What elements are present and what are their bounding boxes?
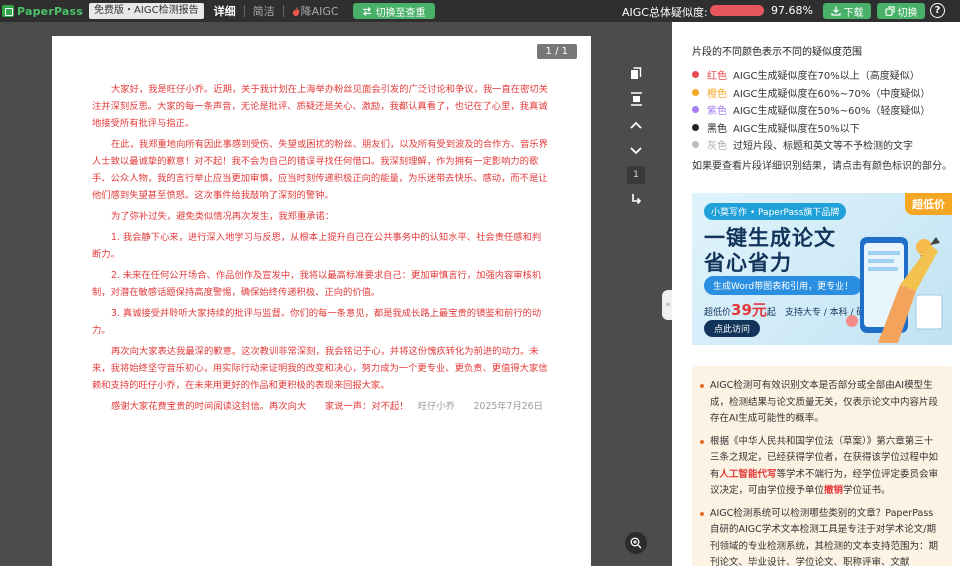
flame-icon bbox=[292, 6, 299, 16]
switch-label: 切换 bbox=[897, 7, 918, 19]
page-up-button[interactable] bbox=[623, 112, 649, 138]
divider bbox=[243, 5, 245, 17]
zoom-in-icon bbox=[630, 537, 642, 549]
download-button[interactable]: 下载 bbox=[823, 3, 871, 19]
document-viewer: 1 / 1 大家好，我是旺仔小乔。近期，关于我计划在上海举办粉丝见面会引发的广泛… bbox=[0, 22, 674, 566]
legend-title: 片段的不同颜色表示不同的疑似度范围 bbox=[692, 47, 862, 58]
price-prefix: 超低价 bbox=[704, 308, 732, 318]
brand-name: PaperPass bbox=[17, 4, 84, 18]
download-label: 下载 bbox=[843, 7, 864, 19]
switch-to-plagiarism-label: 切换至查重 bbox=[375, 7, 426, 19]
paragraph[interactable]: 1. 我会静下心来，进行深入地学习与反思，从根本上提升自己在公共事务中的认知水平… bbox=[92, 229, 550, 263]
paragraph[interactable]: 2. 未来在任何公开场合、作品创作及宣发中，我将以最高标准要求自己：更加审慎言行… bbox=[92, 267, 550, 301]
info-text: 学位证书。 bbox=[843, 485, 891, 496]
info-item: AIGC检测系统可以检测哪些类别的文章？PaperPass自研的AIGC学术文本… bbox=[700, 506, 940, 566]
banner-subheadline: 省心省力 bbox=[704, 251, 792, 275]
aigc-score-value: 97.68% bbox=[771, 4, 813, 17]
document-text: 大家好，我是旺仔小乔。近期，关于我计划在上海举办粉丝见面会引发的广泛讨论和争议，… bbox=[92, 81, 550, 419]
brand[interactable]: PaperPass bbox=[0, 0, 83, 22]
paragraph[interactable]: 在此，我郑重地向所有因此事感到受伤、失望或困扰的粉丝、朋友们，以及所有受到波及的… bbox=[92, 136, 550, 204]
page-counter: 1 / 1 bbox=[536, 44, 577, 59]
page-down-button[interactable] bbox=[623, 138, 649, 164]
aigc-score-bar bbox=[710, 5, 764, 16]
aigc-score-label: AIGC总体疑似度: bbox=[622, 6, 708, 19]
side-panel: 片段的不同颜色表示不同的疑似度范围 红色 AIGC生成疑似度在70%以上（高度疑… bbox=[672, 22, 960, 566]
legend-row-orange: 橙色 AIGC生成疑似度在60%~70%（中度疑似） bbox=[692, 84, 930, 102]
orange-dot-icon bbox=[692, 88, 699, 96]
info-box: AIGC检测可有效识别文本是否部分或全部由AI模型生成，检测结果与论文质量无关，… bbox=[692, 366, 952, 566]
color-legend: 红色 AIGC生成疑似度在70%以上（高度疑似） 橙色 AIGC生成疑似度在60… bbox=[692, 66, 930, 154]
page-number-input[interactable]: 1 bbox=[627, 166, 645, 184]
info-item: 根据《中华人民共和国学位法（草案）》第六章第三十三条之规定，已经获得学位者，在获… bbox=[700, 434, 940, 500]
paragraph[interactable]: 再次向大家表达我最深的歉意。这次教训非常深刻，我会铭记于心，并将这份愧疚转化为前… bbox=[92, 343, 550, 394]
copy-icon bbox=[631, 66, 642, 79]
zoom-button[interactable] bbox=[625, 532, 647, 554]
signature: 旺仔小乔 2025年7月26日 bbox=[408, 401, 543, 412]
legend-color-name: 黑色 bbox=[707, 123, 727, 135]
legend-color-name: 紫色 bbox=[707, 106, 727, 118]
divider bbox=[282, 5, 284, 17]
red-dot-icon bbox=[692, 71, 699, 79]
banner-visit-button[interactable]: 点此访问 bbox=[704, 320, 761, 337]
document-page: 1 / 1 大家好，我是旺仔小乔。近期，关于我计划在上海举办粉丝见面会引发的广泛… bbox=[52, 36, 591, 566]
top-bar: PaperPass 免费版・AIGC检测报告 详细 简洁 降AIGC 切换至查重… bbox=[0, 0, 960, 22]
legend-note: 如果要查看片段详细识别结果，请点击有颜色标识的部分。 bbox=[692, 161, 952, 172]
chevron-up-icon bbox=[630, 121, 642, 129]
legend-desc: AIGC生成疑似度在70%以上（高度疑似） bbox=[733, 71, 920, 83]
promo-banner[interactable]: 小莫写作 • PaperPass旗下品牌 超低价 一键生成论文 省心省力 生成W… bbox=[692, 193, 952, 345]
version-badge: 免费版・AIGC检测报告 bbox=[89, 3, 204, 19]
swap-icon bbox=[362, 6, 371, 16]
info-item: AIGC检测可有效识别文本是否部分或全部由AI模型生成，检测结果与论文质量无关，… bbox=[700, 378, 940, 428]
fit-page-button[interactable] bbox=[623, 86, 649, 112]
tab-concise[interactable]: 简洁 bbox=[253, 3, 275, 19]
phone-illustration-icon bbox=[846, 237, 943, 343]
help-icon[interactable]: ? bbox=[930, 3, 945, 18]
purple-dot-icon bbox=[692, 106, 699, 114]
paragraph[interactable]: 3. 真诚接受并聆听大家持续的批评与监督。你们的每一条意见，都是我成长路上最宝贵… bbox=[92, 305, 550, 339]
enter-arrow-icon bbox=[632, 194, 642, 205]
banner-corner-badge: 超低价 bbox=[905, 193, 952, 215]
switch-to-plagiarism-button[interactable]: 切换至查重 bbox=[352, 3, 435, 19]
legend-color-name: 红色 bbox=[707, 71, 727, 83]
fit-page-icon bbox=[630, 92, 642, 106]
price-value: 39元 bbox=[731, 301, 767, 319]
legend-row-purple: 紫色 AIGC生成疑似度在50%~60%（轻度疑似） bbox=[692, 101, 930, 119]
chevron-down-icon bbox=[630, 147, 642, 155]
paragraph[interactable]: 大家好，我是旺仔小乔。近期，关于我计划在上海举办粉丝见面会引发的广泛讨论和争议，… bbox=[92, 81, 550, 132]
legend-desc: AIGC生成疑似度在60%~70%（中度疑似） bbox=[733, 88, 931, 100]
info-highlight: 撤销 bbox=[824, 485, 844, 496]
legend-color-name: 灰色 bbox=[707, 141, 727, 153]
legend-color-name: 橙色 bbox=[707, 88, 727, 100]
download-icon bbox=[830, 6, 841, 16]
legend-row-grey: 灰色 过短片段、标题和英文等不予检测的文字 bbox=[692, 136, 930, 154]
legend-row-black: 黑色 AIGC生成疑似度在50%以下 bbox=[692, 119, 930, 137]
viewer-toolbar: 1 bbox=[622, 60, 650, 212]
legend-row-red: 红色 AIGC生成疑似度在70%以上（高度疑似） bbox=[692, 66, 930, 84]
go-to-page-button[interactable] bbox=[623, 186, 649, 212]
black-dot-icon bbox=[692, 123, 699, 131]
legend-desc: AIGC生成疑似度在50%以下 bbox=[733, 123, 860, 135]
info-highlight: 人工智能代写 bbox=[719, 468, 777, 480]
copy-page-button[interactable] bbox=[623, 60, 649, 86]
paragraph[interactable]: 为了弥补过失，避免类似情况再次发生，我郑重承诺： bbox=[92, 208, 550, 225]
closing-text: 感谢大家花费宝贵的时间阅读这封信。再次向大 家说一声：对不起！ bbox=[111, 401, 409, 412]
copy-icon bbox=[884, 6, 895, 16]
legend-desc: 过短片段、标题和英文等不予检测的文字 bbox=[733, 141, 913, 153]
legend-desc: AIGC生成疑似度在50%~60%（轻度疑似） bbox=[733, 106, 931, 118]
tab-detailed[interactable]: 详细 bbox=[214, 3, 236, 19]
lower-aigc-link[interactable]: 降AIGC bbox=[292, 3, 339, 19]
switch-button[interactable]: 切换 bbox=[877, 3, 925, 19]
closing-line[interactable]: 感谢大家花费宝贵的时间阅读这封信。再次向大 家说一声：对不起！ 旺仔小乔 202… bbox=[92, 398, 550, 415]
grey-dot-icon bbox=[692, 141, 699, 149]
lower-aigc-label: 降AIGC bbox=[300, 5, 339, 18]
paperpass-logo-icon bbox=[2, 5, 14, 17]
banner-tag: 小莫写作 • PaperPass旗下品牌 bbox=[704, 203, 847, 220]
